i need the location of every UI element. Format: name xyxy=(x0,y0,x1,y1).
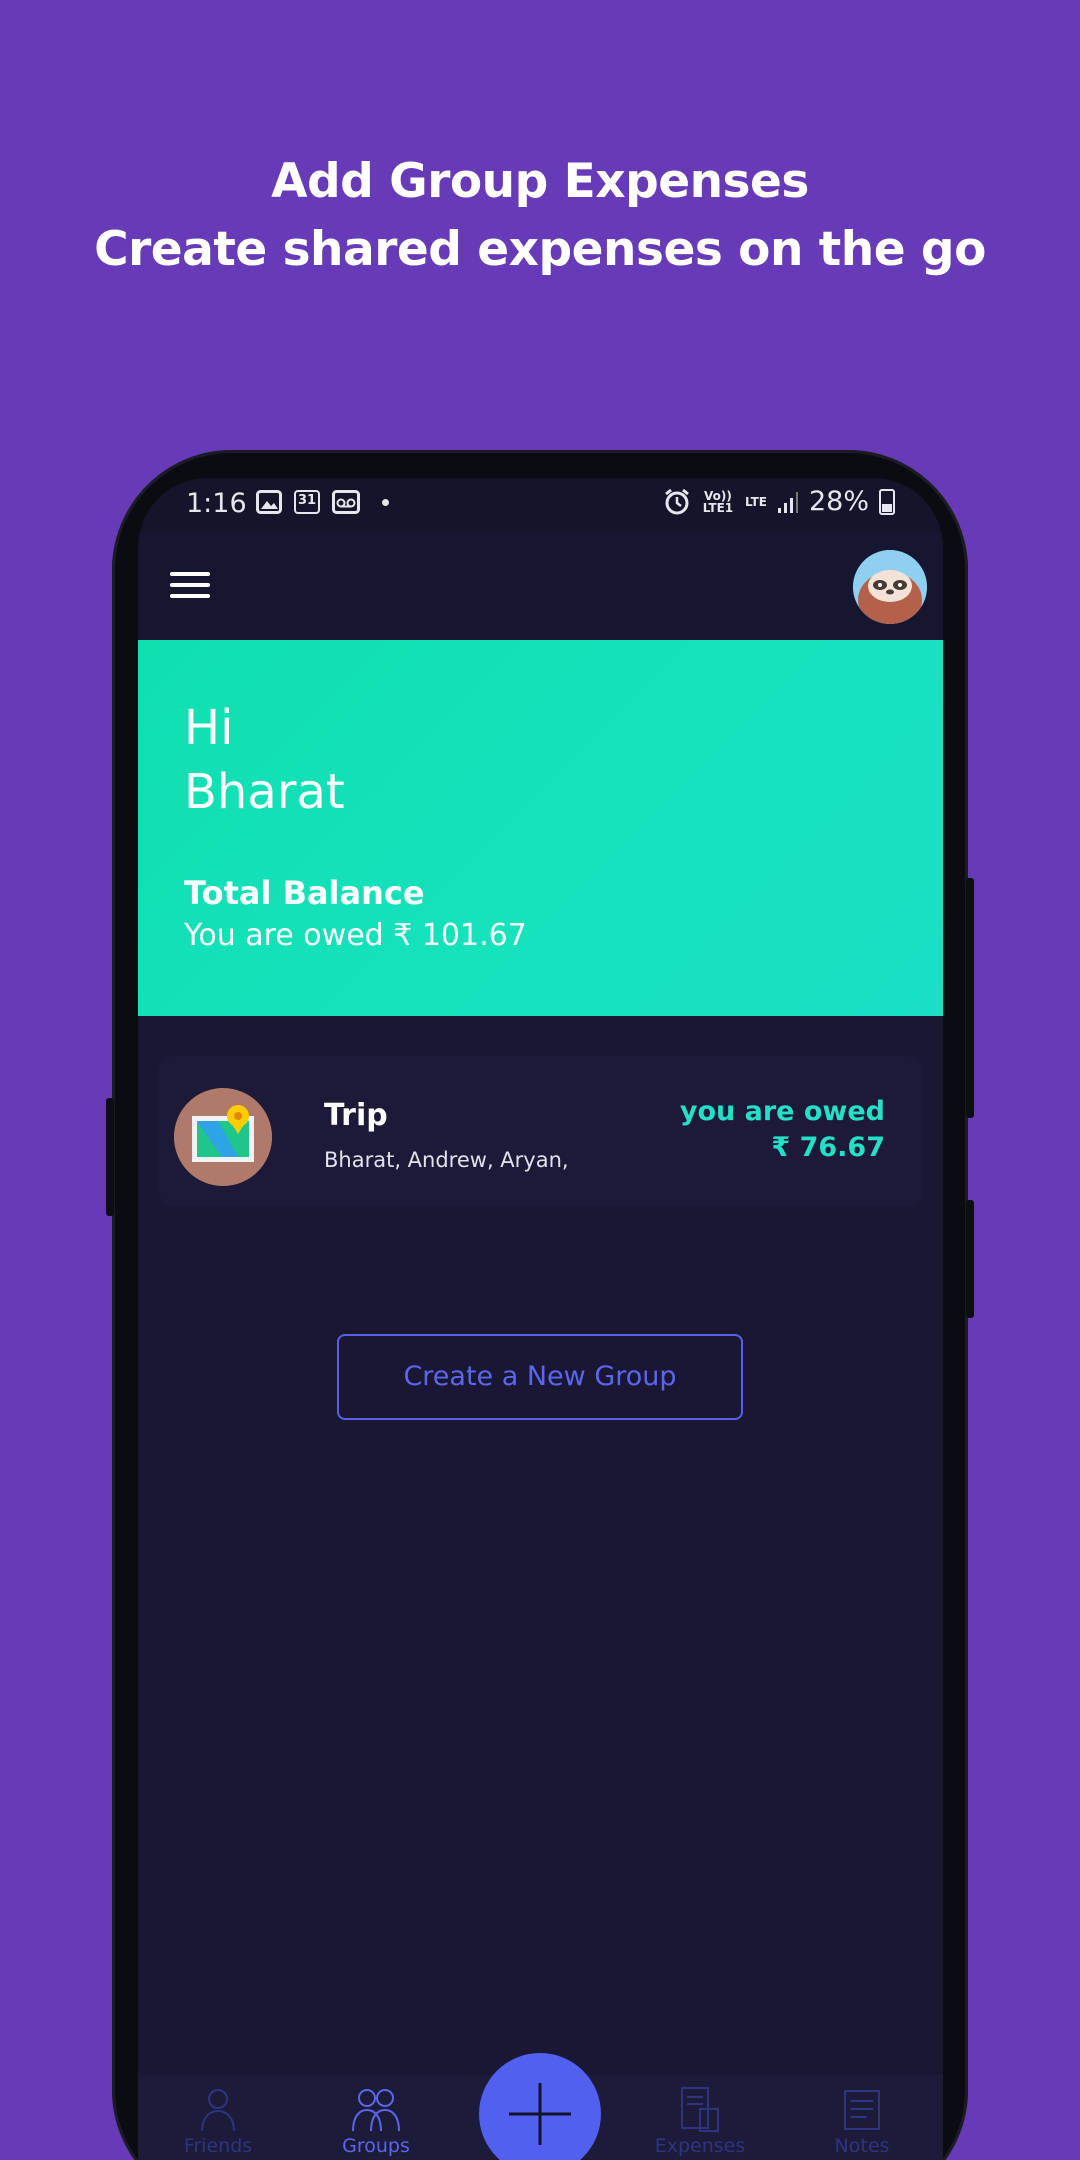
battery-icon xyxy=(879,488,895,515)
phone-side-button-right-1 xyxy=(966,878,974,1118)
greeting-hi: Hi xyxy=(184,700,234,756)
group-members: Bharat, Andrew, Aryan, xyxy=(324,1148,569,1172)
battery-percent: 28% xyxy=(808,486,869,517)
phone-side-button-right-2 xyxy=(966,1200,974,1318)
app-screen: 1:16 31 Vo)) LTE1 LTE 28% Hi Bharat Tota… xyxy=(138,478,943,2160)
status-time: 1:16 xyxy=(186,488,247,519)
group-list-item[interactable]: Trip Bharat, Andrew, Aryan, you are owed… xyxy=(158,1056,923,1206)
group-name: Trip xyxy=(324,1098,388,1133)
headline-title: Add Group Expenses xyxy=(271,154,809,209)
nav-groups-label: Groups xyxy=(342,2135,410,2157)
app-bar xyxy=(138,532,943,640)
notes-icon xyxy=(844,2090,880,2130)
nav-expenses-label: Expenses xyxy=(654,2135,746,2157)
nav-notes[interactable]: Notes xyxy=(792,2085,932,2157)
phone-side-button-left xyxy=(106,1098,114,1216)
promo-headline: Add Group Expenses Create shared expense… xyxy=(0,148,1080,284)
create-group-button[interactable]: Create a New Group xyxy=(337,1334,743,1420)
avatar[interactable] xyxy=(853,550,927,624)
greeting: Hi Bharat xyxy=(184,696,345,824)
balance-hero: Hi Bharat Total Balance You are owed ₹ 1… xyxy=(138,640,943,1016)
volte-indicator: Vo)) LTE1 xyxy=(702,488,734,515)
nav-friends-label: Friends xyxy=(183,2135,253,2157)
group-icon xyxy=(352,2089,400,2132)
nav-expenses[interactable]: Expenses xyxy=(630,2085,770,2157)
nav-groups[interactable]: Groups xyxy=(306,2085,446,2157)
menu-icon[interactable] xyxy=(170,572,210,598)
headline-subtitle: Create shared expenses on the go xyxy=(94,222,986,277)
group-balance-amount: ₹ 76.67 xyxy=(771,1132,885,1163)
status-bar: 1:16 31 Vo)) LTE1 LTE 28% xyxy=(138,478,943,532)
lte-indicator: LTE xyxy=(744,494,767,509)
total-balance-value: You are owed ₹ 101.67 xyxy=(184,918,527,953)
plus-icon xyxy=(509,2083,571,2145)
nav-notes-label: Notes xyxy=(834,2135,890,2157)
alarm-icon xyxy=(665,488,689,514)
image-icon xyxy=(256,490,282,514)
notification-dot-icon xyxy=(382,498,389,506)
receipt-icon xyxy=(681,2087,719,2132)
person-icon xyxy=(201,2089,235,2132)
total-balance-title: Total Balance xyxy=(184,874,425,912)
add-expense-button[interactable] xyxy=(479,2053,601,2160)
sloth-avatar-icon xyxy=(853,550,927,624)
group-balance-status: you are owed xyxy=(679,1096,885,1127)
map-icon xyxy=(174,1088,272,1186)
nav-friends[interactable]: Friends xyxy=(148,2085,288,2157)
greeting-name: Bharat xyxy=(184,764,345,820)
calendar-icon: 31 xyxy=(294,490,320,514)
signal-icon xyxy=(777,491,798,513)
voicemail-icon xyxy=(332,490,360,514)
